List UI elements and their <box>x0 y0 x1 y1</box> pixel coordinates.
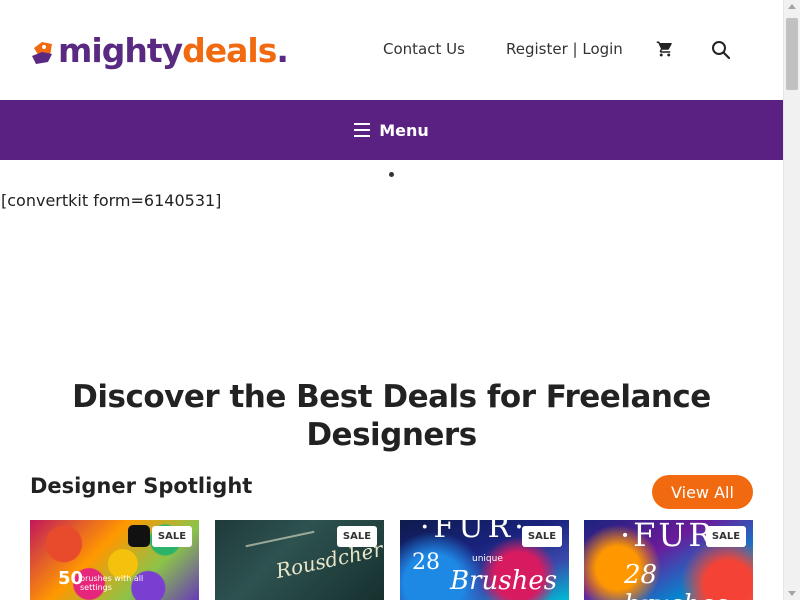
card-decor-line <box>245 530 315 548</box>
card-overlay-script: Brushes <box>450 566 558 596</box>
scroll-down-arrow-icon[interactable] <box>788 591 796 596</box>
logo-tag-icon <box>30 34 56 66</box>
card-overlay-subtitle: unique <box>472 554 503 564</box>
procreate-icon <box>128 525 150 547</box>
cart-icon[interactable] <box>656 40 674 58</box>
product-card[interactable]: ·FUR· 28 brushes SALE <box>584 520 753 600</box>
menu-toggle-bar[interactable]: Menu <box>0 100 783 160</box>
vertical-scrollbar[interactable] <box>783 0 800 600</box>
site-header: mightydeals. Contact Us Register | Login <box>0 0 783 100</box>
logo-text-deals: deals <box>182 30 277 70</box>
bullet-dot <box>389 172 394 177</box>
view-all-button[interactable]: View All <box>652 475 753 509</box>
card-overlay-number: 28 <box>412 550 440 575</box>
scrollbar-thumb[interactable] <box>786 18 798 90</box>
logo-text-dot: . <box>276 30 289 70</box>
logo[interactable]: mightydeals. <box>30 28 289 72</box>
card-overlay-script: 28 brushes <box>624 560 729 600</box>
nav-register-login[interactable]: Register | Login <box>506 40 623 58</box>
product-card[interactable]: Rousdcher SALE <box>215 520 384 600</box>
sale-badge: SALE <box>706 526 746 547</box>
card-overlay-title: ·FUR· <box>420 520 528 545</box>
search-icon[interactable] <box>711 40 731 60</box>
section-title-designer-spotlight: Designer Spotlight <box>30 474 253 498</box>
hamburger-icon <box>354 123 371 137</box>
menu-toggle[interactable]: Menu <box>354 121 429 140</box>
menu-label: Menu <box>379 120 429 140</box>
page: mightydeals. Contact Us Register | Login… <box>0 0 783 600</box>
product-card[interactable]: ·FUR· 28 unique Brushes SALE <box>400 520 569 600</box>
card-overlay-subtitle: brushes with all settings <box>80 574 144 592</box>
sale-badge: SALE <box>522 526 562 547</box>
logo-text: mightydeals. <box>58 30 289 70</box>
scroll-up-arrow-icon[interactable] <box>788 4 796 9</box>
logo-text-mighty: mighty <box>58 30 183 70</box>
convertkit-shortcode-text: [convertkit form=6140531] <box>1 191 222 210</box>
product-card[interactable]: 50 brushes with all settings SALE <box>30 520 199 600</box>
nav-contact-us[interactable]: Contact Us <box>383 40 465 58</box>
sale-badge: SALE <box>152 526 192 547</box>
hero-title: Discover the Best Deals for Freelance De… <box>72 379 711 453</box>
sale-badge: SALE <box>337 526 377 547</box>
